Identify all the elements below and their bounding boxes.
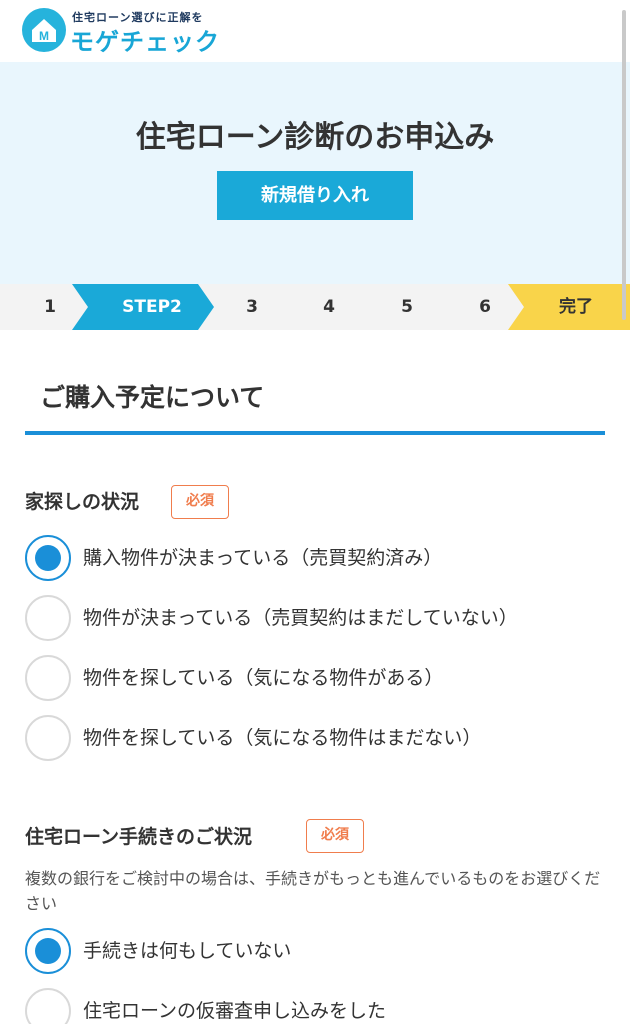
option-contract-signed[interactable]: 購入物件が決まっている（売買契約済み） (25, 535, 615, 581)
step-4: 4 (323, 297, 335, 317)
radio-button[interactable] (25, 655, 71, 701)
radio-button[interactable] (25, 715, 71, 761)
new-loan-button[interactable]: 新規借り入れ (217, 171, 413, 220)
house-logo-icon[interactable]: M (22, 8, 66, 52)
option-label: 購入物件が決まっている（売買契約済み） (83, 547, 443, 569)
radio-button[interactable] (25, 988, 71, 1024)
option-property-decided[interactable]: 物件が決まっている（売買契約はまだしていない） (25, 595, 615, 641)
section-title: ご購入予定について (40, 383, 265, 412)
svg-text:M: M (39, 29, 49, 43)
question-label-loan-status: 住宅ローン手続きのご状況 (25, 826, 253, 848)
step-2-active: STEP2 (122, 297, 182, 317)
required-badge: 必須 (171, 485, 229, 519)
step-1: 1 (44, 297, 56, 317)
radio-button[interactable] (25, 928, 71, 974)
page-title: 住宅ローン診断のお申込み (135, 120, 495, 155)
step-progress-bar: 1 STEP2 3 4 5 6 完了 (0, 284, 630, 330)
question-label-house-search: 家探しの状況 (25, 491, 140, 513)
radio-button[interactable] (25, 535, 71, 581)
step-6: 6 (479, 297, 491, 317)
site-header: M 住宅ローン選びに正解を モゲチェック (0, 0, 630, 62)
option-label: 住宅ローンの仮審査申し込みをした (83, 1000, 387, 1022)
option-searching-no-candidate[interactable]: 物件を探している（気になる物件はまだない） (25, 715, 615, 761)
option-nothing-done[interactable]: 手続きは何もしていない (25, 928, 615, 974)
option-searching-with-candidate[interactable]: 物件を探している（気になる物件がある） (25, 655, 615, 701)
question-description: 複数の銀行をご検討中の場合は、手続きがもっとも進んでいるものをお選びください (25, 869, 601, 913)
scrollbar[interactable] (622, 10, 626, 320)
option-label: 手続きは何もしていない (83, 940, 292, 962)
section-divider (25, 431, 605, 435)
option-label: 物件が決まっている（売買契約はまだしていない） (83, 607, 518, 629)
brand-name[interactable]: モゲチェック (70, 22, 220, 57)
required-badge: 必須 (306, 819, 364, 853)
step-complete: 完了 (559, 297, 593, 317)
step-3: 3 (246, 297, 258, 317)
step-5: 5 (401, 297, 413, 317)
hero-banner: 住宅ローン診断のお申込み 新規借り入れ (0, 62, 630, 284)
radio-button[interactable] (25, 595, 71, 641)
option-label: 物件を探している（気になる物件がある） (83, 667, 444, 689)
option-pre-screening-applied[interactable]: 住宅ローンの仮審査申し込みをした (25, 988, 615, 1024)
option-label: 物件を探している（気になる物件はまだない） (83, 727, 482, 749)
